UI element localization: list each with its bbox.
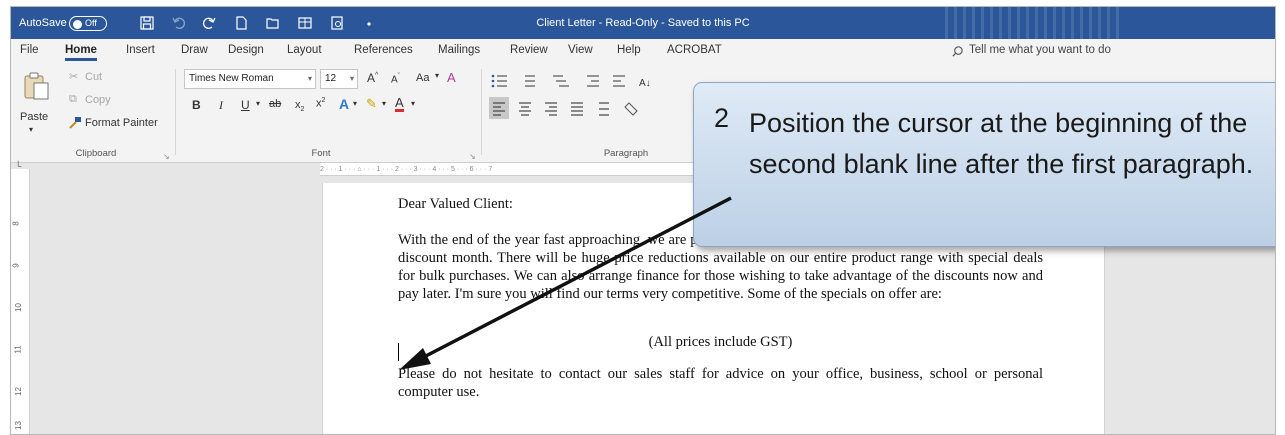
strikethrough-icon[interactable]: ab	[269, 98, 281, 110]
paragraph-list-controls[interactable]: A↓	[491, 71, 721, 91]
cut-button[interactable]: Cut	[85, 71, 102, 83]
instruction-callout: 2 Position the cursor at the beginning o…	[693, 82, 1275, 247]
ruler-number: 12	[13, 387, 23, 396]
vertical-ruler[interactable]: 8 9 10 11 12 13	[11, 169, 30, 434]
clipboard-group-label: Clipboard	[75, 148, 117, 159]
grow-font-icon[interactable]: A^	[367, 71, 378, 85]
chevron-down-icon[interactable]: ▾	[382, 99, 386, 108]
format-painter-icon[interactable]	[68, 116, 82, 130]
callout-text: Position the cursor at the beginning of …	[749, 108, 1254, 179]
chevron-down-icon[interactable]: ▾	[353, 99, 357, 108]
format-painter-button[interactable]: Format Painter	[85, 117, 158, 129]
ruler-number: 11	[13, 345, 23, 354]
paste-dropdown-icon[interactable]: ▾	[29, 125, 33, 134]
chevron-down-icon: ▾	[307, 74, 312, 83]
tab-mailings[interactable]: Mailings	[438, 44, 480, 56]
ruler-number: 13	[13, 421, 23, 430]
lightbulb-search-icon	[952, 46, 963, 57]
superscript-icon[interactable]: x2	[316, 97, 325, 110]
font-name-value: Times New Roman	[189, 73, 274, 84]
title-bar: AutoSave Off Client Letter - Read-Only -…	[11, 7, 1275, 39]
paragraph-align-controls[interactable]	[489, 97, 719, 119]
font-name-combo[interactable]: Times New Roman ▾	[184, 69, 316, 89]
tab-file[interactable]: File	[20, 44, 39, 56]
highlight-icon[interactable]: ✎	[366, 96, 377, 112]
paste-button[interactable]: Paste	[20, 111, 48, 123]
tab-acrobat[interactable]: ACROBAT	[667, 44, 722, 56]
tab-insert[interactable]: Insert	[126, 44, 155, 56]
ruler-number: 9	[11, 263, 21, 268]
gst-note: (All prices include GST)	[648, 334, 793, 350]
underline-icon[interactable]: U	[241, 98, 250, 112]
font-size-value: 12	[325, 73, 337, 84]
ruler-number: 8	[11, 221, 21, 226]
copy-button[interactable]: Copy	[85, 94, 111, 106]
clipboard-launcher-icon[interactable]: ↘	[163, 152, 170, 161]
chevron-down-icon: ▾	[349, 74, 354, 83]
tab-draw[interactable]: Draw	[181, 44, 208, 56]
copy-icon[interactable]: ⧉	[69, 93, 77, 106]
step-number: 2	[714, 103, 730, 133]
tab-design[interactable]: Design	[228, 44, 264, 56]
font-group-label: Font	[311, 148, 331, 159]
chevron-down-icon[interactable]: ▾	[256, 99, 260, 108]
tab-view[interactable]: View	[568, 44, 593, 56]
tab-help[interactable]: Help	[617, 44, 641, 56]
paragraph-group-label: Paragraph	[603, 148, 649, 159]
font-size-combo[interactable]: 12 ▾	[320, 69, 358, 89]
chevron-down-icon[interactable]: ▾	[435, 71, 439, 80]
text-cursor	[398, 343, 399, 361]
group-separator	[175, 69, 176, 155]
paste-icon[interactable]	[21, 71, 51, 101]
tab-review[interactable]: Review	[510, 44, 548, 56]
clear-formatting-icon[interactable]: A	[447, 70, 456, 85]
ruler-number: 10	[13, 303, 23, 312]
word-window: AutoSave Off Client Letter - Read-Only -…	[10, 6, 1276, 435]
tab-layout[interactable]: Layout	[287, 44, 322, 56]
chevron-down-icon[interactable]: ▾	[411, 99, 415, 108]
title-bar-pattern	[945, 7, 1125, 39]
text-effects-icon[interactable]: A	[339, 96, 349, 112]
italic-icon[interactable]: I	[219, 98, 223, 113]
subscript-icon[interactable]: x2	[295, 99, 304, 113]
change-case-button[interactable]: Aa	[416, 72, 429, 84]
shrink-font-icon[interactable]: Aˇ	[391, 73, 400, 85]
bold-icon[interactable]: B	[192, 98, 201, 112]
tell-me-search[interactable]: Tell me what you want to do	[969, 44, 1111, 56]
svg-text:A↓: A↓	[639, 78, 651, 89]
second-paragraph: Please do not hesitate to contact our sa…	[398, 366, 1043, 400]
ribbon-tabs: File Home Insert Draw Design Layout Refe…	[11, 39, 1275, 63]
tab-home[interactable]: Home	[65, 44, 97, 61]
group-separator	[481, 69, 482, 155]
tab-references[interactable]: References	[354, 44, 413, 56]
cut-icon[interactable]: ✂	[69, 70, 78, 83]
font-color-icon[interactable]: A	[395, 96, 404, 112]
font-launcher-icon[interactable]: ↘	[469, 152, 476, 161]
